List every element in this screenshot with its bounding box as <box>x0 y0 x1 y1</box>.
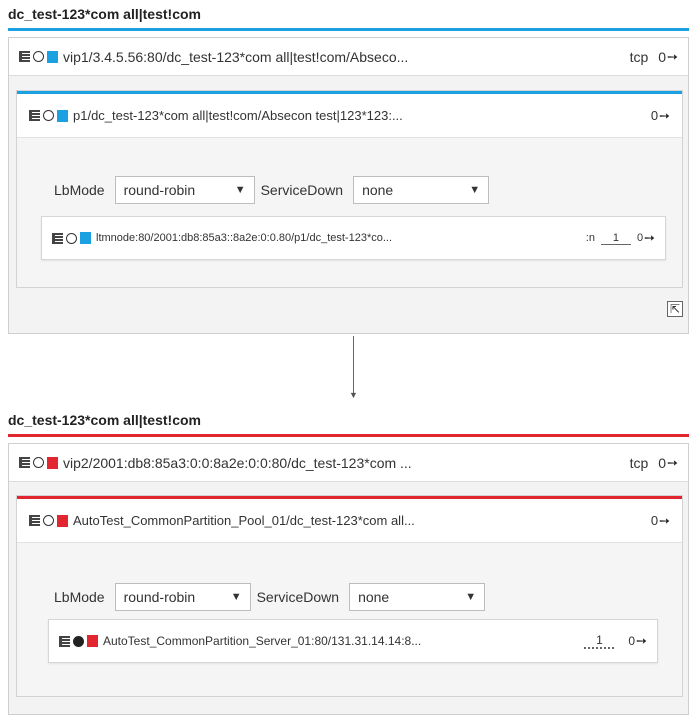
status-circle-icon <box>66 232 77 244</box>
vip-protocol: tcp <box>629 454 649 471</box>
lbmode-select[interactable]: round-robin ▼ <box>114 583 251 611</box>
member-weight[interactable]: 1 <box>584 633 615 649</box>
status-circle-icon <box>73 635 84 647</box>
connector-arrow-icon: ▼ <box>349 390 358 400</box>
lb-settings-row-bottom: LbMode round-robin ▼ ServiceDown none ▼ <box>54 583 486 611</box>
chevron-down-icon: ▼ <box>230 591 242 603</box>
member-label[interactable]: AutoTest_CommonPartition_Server_01:80/13… <box>103 634 578 648</box>
pool-label[interactable]: p1/dc_test-123*com all|test!com/Absecon … <box>73 108 643 123</box>
status-square-icon <box>87 635 98 647</box>
vip-protocol: tcp <box>629 48 649 65</box>
status-square-icon <box>47 50 58 63</box>
servicedown-value: none <box>362 182 394 198</box>
servicedown-value: none <box>358 589 390 605</box>
vip-label[interactable]: vip1/3.4.5.56:80/dc_test-123*com all|tes… <box>63 49 622 65</box>
partition-title-bottom: dc_test-123*com all|test!com <box>8 412 201 428</box>
lbmode-value: round-robin <box>123 589 196 605</box>
pool-header-bottom[interactable]: AutoTest_CommonPartition_Pool_01/dc_test… <box>17 499 682 543</box>
status-square-icon <box>57 514 68 527</box>
lbmode-label: LbMode <box>54 182 105 198</box>
member-label[interactable]: ltmnode:80/2001:db8:85a3::8a2e:0:0.80/p1… <box>96 232 580 244</box>
list-icon[interactable] <box>52 232 63 244</box>
servicedown-select[interactable]: none ▼ <box>353 176 490 204</box>
lbmode-value: round-robin <box>123 182 196 198</box>
member-weight[interactable]: 1 <box>600 232 631 245</box>
status-square-icon <box>47 456 58 469</box>
servicedown-select[interactable]: none ▼ <box>349 583 486 611</box>
list-icon[interactable] <box>29 515 40 526</box>
member-card-bottom[interactable]: AutoTest_CommonPartition_Server_01:80/13… <box>48 619 658 663</box>
chevron-down-icon: ▼ <box>234 184 246 196</box>
chevron-down-icon: ▼ <box>469 184 481 196</box>
member-card-top[interactable]: ltmnode:80/2001:db8:85a3::8a2e:0:0.80/p1… <box>41 216 666 260</box>
pool-header-top[interactable]: p1/dc_test-123*com all|test!com/Absecon … <box>17 94 682 138</box>
chevron-down-icon: ▼ <box>465 591 477 603</box>
member-suffix: :n <box>585 232 595 244</box>
status-square-icon <box>57 109 68 122</box>
list-icon[interactable] <box>59 635 70 647</box>
partition-title-top: dc_test-123*com all|test!com <box>8 6 201 22</box>
status-circle-icon <box>43 515 54 526</box>
expand-icon[interactable]: ⇱ <box>667 301 683 317</box>
connector-line <box>353 336 354 394</box>
lb-settings-row-top: LbMode round-robin ▼ ServiceDown none ▼ <box>54 176 490 204</box>
partition-accent-bar-top <box>8 28 689 31</box>
status-circle-icon <box>43 110 54 121</box>
servicedown-label: ServiceDown <box>256 589 340 605</box>
vip-header-bottom[interactable]: vip2/2001:db8:85a3:0:0:8a2e:0:0:80/dc_te… <box>9 444 688 482</box>
pool-label[interactable]: AutoTest_CommonPartition_Pool_01/dc_test… <box>73 513 643 528</box>
list-icon[interactable] <box>19 457 30 468</box>
partition-accent-bar-bottom <box>8 434 689 437</box>
vip-header-top[interactable]: vip1/3.4.5.56:80/dc_test-123*com all|tes… <box>9 38 688 76</box>
list-icon[interactable] <box>29 110 40 121</box>
lbmode-label: LbMode <box>54 589 105 605</box>
vip-label[interactable]: vip2/2001:db8:85a3:0:0:8a2e:0:0:80/dc_te… <box>63 455 622 471</box>
status-circle-icon <box>33 51 44 62</box>
status-square-icon <box>80 232 91 244</box>
servicedown-label: ServiceDown <box>260 182 344 198</box>
list-icon[interactable] <box>19 51 30 62</box>
lbmode-select[interactable]: round-robin ▼ <box>114 176 255 204</box>
status-circle-icon <box>33 457 44 468</box>
